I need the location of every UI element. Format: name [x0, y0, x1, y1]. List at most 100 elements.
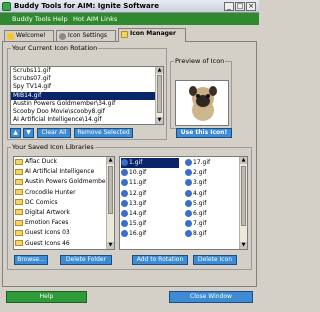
folder-item[interactable]: Guest Icons 03: [14, 228, 114, 238]
tab-icon-manager[interactable]: Icon Manager: [118, 28, 186, 42]
icon-file-item[interactable]: 14.gif: [121, 209, 179, 219]
folder-item[interactable]: Guest Icons 46: [14, 239, 114, 249]
folder-item[interactable]: Aflac Duck: [14, 157, 114, 167]
list-item[interactable]: Scrubs07.gif: [11, 75, 163, 83]
folder-label: Aflac Duck: [25, 158, 57, 165]
folder-label: AI Artificial Intelligence: [25, 168, 95, 176]
icon-preview: [175, 80, 229, 126]
close-window-button[interactable]: ×: [246, 2, 256, 11]
gif-file-icon: [121, 209, 128, 217]
delete-icon-button[interactable]: Delete Icon: [193, 255, 237, 265]
icon-file-item[interactable]: 8.gif: [185, 229, 219, 239]
minimize-button[interactable]: _: [224, 2, 234, 11]
move-up-button[interactable]: ▲: [10, 128, 21, 138]
rotation-scrollbar[interactable]: ▲ ▼: [155, 67, 163, 124]
folder-label: DC Comics: [25, 198, 58, 206]
folder-item[interactable]: AI Artificial Intelligence: [14, 167, 114, 177]
file-label: 1.gif: [129, 159, 143, 166]
list-item[interactable]: Austin Powers Goldmember\34.gif: [11, 100, 163, 108]
icon-file-item[interactable]: 17.gif: [185, 158, 219, 168]
scroll-up-icon[interactable]: ▲: [156, 67, 163, 74]
help-button[interactable]: Help: [6, 291, 87, 303]
gif-file-icon: [185, 189, 192, 197]
scroll-thumb[interactable]: [157, 75, 162, 113]
icon-file-item[interactable]: 1.gif: [121, 158, 179, 169]
icon-file-item[interactable]: 7.gif: [185, 219, 219, 229]
icon-file-item[interactable]: 5.gif: [185, 199, 219, 209]
list-item[interactable]: Scooby Doo Movie\scooby8.gif: [11, 108, 163, 116]
icon-file-item[interactable]: 2.gif: [185, 168, 219, 178]
icon-file-item[interactable]: 3.gif: [185, 178, 219, 188]
list-item[interactable]: Spy TV14.gif: [11, 83, 163, 91]
folder-icon: [15, 240, 23, 246]
scroll-down-icon[interactable]: ▼: [240, 242, 247, 249]
gif-file-icon: [121, 199, 128, 207]
folder-item[interactable]: Emotion Faces: [14, 218, 114, 228]
list-item[interactable]: MIB14.gif: [11, 91, 163, 100]
folder-icon: [15, 209, 23, 216]
folder-scrollbar[interactable]: ▲ ▼: [106, 157, 114, 249]
icon-file-item[interactable]: 11.gif: [121, 178, 179, 188]
folder-item[interactable]: Digital Artwork: [14, 208, 114, 218]
close-window-button-footer[interactable]: Close Window: [169, 291, 253, 303]
icon-file-list[interactable]: 1.gif 10.gif 11.gif 12.gif 13.gif 14.gif 15.gi…: [119, 156, 248, 250]
add-to-rotation-button[interactable]: Add to Rotation: [132, 255, 188, 265]
list-item[interactable]: Scrubs11.gif: [11, 67, 163, 75]
gif-file-icon: [185, 220, 192, 228]
icon-file-item[interactable]: 15.gif: [121, 219, 179, 229]
browse-button[interactable]: Browse...: [14, 255, 48, 265]
maximize-button[interactable]: □: [235, 2, 245, 11]
folder-label: Digital Artwork: [25, 208, 70, 216]
tab-label: Icon Manager: [130, 30, 176, 37]
scroll-up-icon[interactable]: ▲: [107, 157, 114, 164]
menu-item-hot-links[interactable]: Hot AIM Links: [73, 15, 117, 23]
icon-file-item[interactable]: 16.gif: [121, 229, 179, 239]
remove-selected-button[interactable]: Remove Selected: [74, 128, 133, 138]
rotation-list[interactable]: Scrubs11.gif Scrubs07.gif Spy TV14.gif MIB1…: [10, 66, 164, 125]
libraries-legend: Your Saved Icon Libraries: [12, 143, 94, 151]
icon-file-item[interactable]: 13.gif: [121, 199, 179, 209]
file-scrollbar[interactable]: ▲ ▼: [239, 157, 247, 249]
scroll-up-icon[interactable]: ▲: [240, 157, 247, 164]
file-label: 16.gif: [129, 230, 147, 238]
clear-all-button[interactable]: Clear All: [37, 128, 71, 138]
gear-icon: [59, 33, 66, 40]
icon-file-item[interactable]: 4.gif: [185, 189, 219, 199]
folder-label: Austin Powers Goldmember: [25, 178, 109, 186]
gif-file-icon: [185, 209, 192, 217]
file-label: 4.gif: [193, 189, 207, 197]
folder-list[interactable]: Aflac Duck AI Artificial Intelligence Aust…: [13, 156, 115, 250]
gif-file-icon: [121, 220, 128, 228]
folder-icon: [15, 158, 23, 165]
folder-item[interactable]: DC Comics: [14, 198, 114, 208]
gif-file-icon: [121, 179, 128, 187]
file-label: 5.gif: [193, 199, 207, 207]
use-this-icon-button[interactable]: Use this Icon!: [176, 128, 232, 138]
gif-file-icon: [121, 230, 128, 238]
scroll-thumb[interactable]: [241, 166, 246, 226]
delete-folder-button[interactable]: Delete Folder: [60, 255, 112, 265]
window-title: Buddy Tools for AIM: Ignite Software: [14, 2, 159, 10]
gif-file-icon: [121, 169, 128, 177]
folder-label: Guest Icons 03: [25, 229, 70, 237]
scroll-down-icon[interactable]: ▼: [156, 117, 163, 124]
list-item[interactable]: AI Artificial Intelligence\14.gif: [11, 116, 163, 124]
scroll-thumb[interactable]: [108, 166, 113, 214]
tab-strip: Welcome! Icon Settings Icon Manager: [2, 28, 257, 42]
move-down-button[interactable]: ▼: [23, 128, 34, 138]
icon-file-item[interactable]: 6.gif: [185, 209, 219, 219]
arrow-down-icon: ▼: [26, 129, 31, 136]
file-label: 10.gif: [129, 169, 147, 177]
folder-icon: [15, 189, 23, 196]
gif-file-icon: [121, 189, 128, 197]
folder-icon: [15, 219, 23, 226]
scroll-down-icon[interactable]: ▼: [107, 242, 114, 249]
icon-file-item[interactable]: 12.gif: [121, 189, 179, 199]
folder-item[interactable]: Crocodile Hunter: [14, 188, 114, 198]
file-label: 2.gif: [193, 169, 207, 177]
gif-file-icon: [185, 159, 192, 166]
tab-label: Welcome!: [16, 32, 46, 39]
folder-item[interactable]: Austin Powers Goldmember: [14, 177, 114, 187]
menu-item-help[interactable]: Buddy Tools Help: [12, 15, 68, 23]
icon-file-item[interactable]: 10.gif: [121, 168, 179, 178]
